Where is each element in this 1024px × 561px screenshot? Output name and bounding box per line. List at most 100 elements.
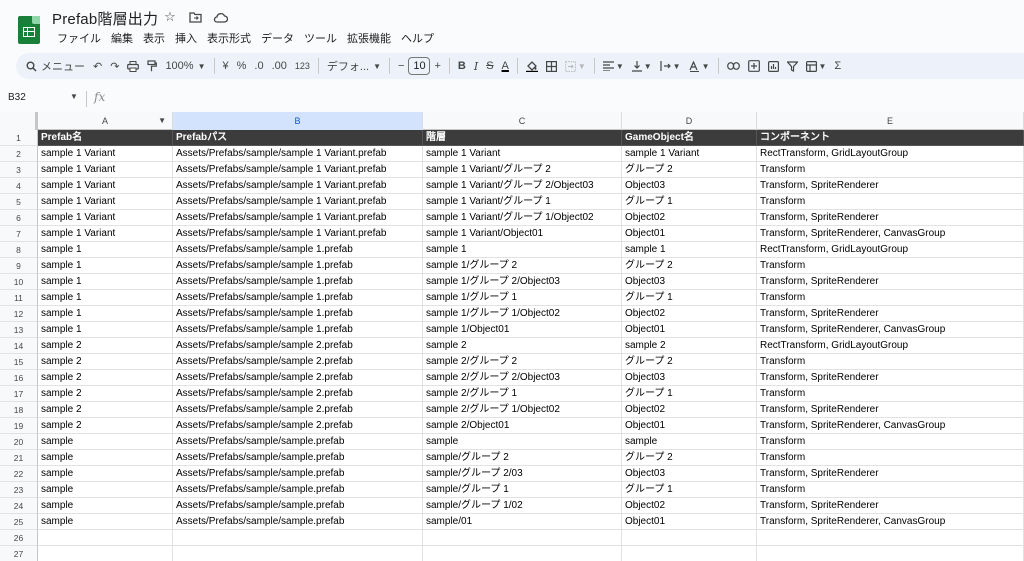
table-cell[interactable]: sample 1 Variant/Object01 (423, 226, 622, 242)
number-format-button[interactable]: 123 (291, 55, 314, 77)
row-number[interactable]: 7 (0, 226, 38, 242)
row-number[interactable]: 3 (0, 162, 38, 178)
header-cell[interactable]: 階層 (423, 130, 622, 146)
table-cell[interactable]: sample 2/グループ 1/Object02 (423, 402, 622, 418)
table-cell[interactable]: sample (622, 434, 757, 450)
redo-icon[interactable]: ↷ (106, 55, 123, 77)
table-cell[interactable]: Transform, SpriteRenderer, CanvasGroup (757, 322, 1024, 338)
filter-icon[interactable] (783, 55, 802, 77)
table-cell[interactable]: Transform, SpriteRenderer (757, 402, 1024, 418)
table-cell[interactable]: sample 2/グループ 2 (423, 354, 622, 370)
table-cell[interactable] (423, 530, 622, 546)
table-cell[interactable]: Transform, SpriteRenderer (757, 306, 1024, 322)
zoom-select[interactable]: 100% ▼ (161, 55, 209, 77)
table-cell[interactable]: sample 1 (38, 306, 173, 322)
table-cell[interactable]: グループ 2 (622, 354, 757, 370)
row-number[interactable]: 8 (0, 242, 38, 258)
table-cell[interactable]: sample 1 Variant (38, 226, 173, 242)
table-cell[interactable]: Transform, SpriteRenderer (757, 210, 1024, 226)
table-cell[interactable]: sample 1 (622, 242, 757, 258)
bold-button[interactable]: B (454, 55, 470, 77)
table-cell[interactable]: sample 2 (38, 418, 173, 434)
table-cell[interactable] (38, 546, 173, 561)
font-size-decrease-button[interactable]: − (394, 55, 408, 77)
table-cell[interactable]: sample 1 Variant (38, 194, 173, 210)
document-title[interactable]: Prefab階層出力 (52, 8, 158, 29)
table-cell[interactable]: Object02 (622, 498, 757, 514)
text-rotation-icon[interactable]: ▼ (685, 55, 714, 77)
column-header-d[interactable]: D (622, 112, 757, 130)
table-cell[interactable] (757, 530, 1024, 546)
strikethrough-button[interactable]: S (482, 55, 497, 77)
table-cell[interactable]: sample 1 Variant (38, 210, 173, 226)
table-cell[interactable]: Object01 (622, 322, 757, 338)
header-cell[interactable]: GameObject名 (622, 130, 757, 146)
table-cell[interactable]: sample 2 (38, 370, 173, 386)
insert-comment-icon[interactable] (744, 55, 764, 77)
row-number[interactable]: 22 (0, 466, 38, 482)
table-cell[interactable]: Assets/Prefabs/sample/sample 2.prefab (173, 338, 423, 354)
table-cell[interactable]: Transform (757, 434, 1024, 450)
table-cell[interactable]: sample 1 (38, 258, 173, 274)
row-number[interactable]: 12 (0, 306, 38, 322)
table-cell[interactable]: sample 1 Variant/グループ 1 (423, 194, 622, 210)
menu-help[interactable]: ヘルプ (396, 30, 439, 46)
row-number[interactable]: 2 (0, 146, 38, 162)
table-cell[interactable]: Transform (757, 354, 1024, 370)
table-cell[interactable]: sample 1 Variant/グループ 2/Object03 (423, 178, 622, 194)
table-cell[interactable]: sample 1 (38, 242, 173, 258)
table-cell[interactable]: sample 2/グループ 2/Object03 (423, 370, 622, 386)
star-icon[interactable]: ☆ (162, 9, 178, 25)
table-cell[interactable]: Object01 (622, 226, 757, 242)
table-cell[interactable]: sample/グループ 1 (423, 482, 622, 498)
table-cell[interactable]: Object03 (622, 370, 757, 386)
table-cell[interactable]: Assets/Prefabs/sample/sample 1 Variant.p… (173, 226, 423, 242)
column-menu-icon[interactable]: ▼ (158, 112, 166, 130)
table-cell[interactable]: sample 1/グループ 2/Object03 (423, 274, 622, 290)
table-cell[interactable]: Object03 (622, 274, 757, 290)
table-cell[interactable]: sample 1 (38, 274, 173, 290)
row-number[interactable]: 4 (0, 178, 38, 194)
table-cell[interactable]: sample 2 (38, 386, 173, 402)
table-cell[interactable]: sample 2 (38, 402, 173, 418)
table-cell[interactable]: Object01 (622, 418, 757, 434)
row-number[interactable]: 17 (0, 386, 38, 402)
table-cell[interactable] (173, 530, 423, 546)
table-cell[interactable]: Transform (757, 162, 1024, 178)
table-cell[interactable]: sample 1 Variant (38, 146, 173, 162)
table-cell[interactable]: sample 2 (38, 354, 173, 370)
print-icon[interactable] (123, 55, 143, 77)
table-cell[interactable]: Assets/Prefabs/sample/sample 2.prefab (173, 354, 423, 370)
menu-tools[interactable]: ツール (299, 30, 342, 46)
table-cell[interactable]: Assets/Prefabs/sample/sample 1 Variant.p… (173, 194, 423, 210)
row-number[interactable]: 27 (0, 546, 38, 561)
table-cell[interactable]: sample/グループ 2 (423, 450, 622, 466)
undo-icon[interactable]: ↶ (89, 55, 106, 77)
header-cell[interactable]: コンポーネント (757, 130, 1024, 146)
table-cell[interactable]: sample (423, 434, 622, 450)
table-cell[interactable]: Transform, SpriteRenderer (757, 370, 1024, 386)
table-cell[interactable]: Assets/Prefabs/sample/sample.prefab (173, 514, 423, 530)
table-cell[interactable]: Transform (757, 194, 1024, 210)
table-cell[interactable]: sample 1/グループ 1/Object02 (423, 306, 622, 322)
table-cell[interactable]: グループ 2 (622, 162, 757, 178)
row-number[interactable]: 20 (0, 434, 38, 450)
table-cell[interactable]: sample 1/グループ 1 (423, 290, 622, 306)
cloud-status-icon[interactable] (212, 9, 228, 25)
functions-icon[interactable]: Σ (830, 55, 845, 77)
header-cell[interactable]: Prefabパス (173, 130, 423, 146)
table-cell[interactable]: RectTransform, GridLayoutGroup (757, 242, 1024, 258)
row-number[interactable]: 5 (0, 194, 38, 210)
row-number[interactable]: 10 (0, 274, 38, 290)
currency-format-button[interactable]: ¥ (219, 55, 233, 77)
table-cell[interactable]: sample 2/Object01 (423, 418, 622, 434)
table-cell[interactable]: Transform (757, 258, 1024, 274)
table-cell[interactable]: グループ 1 (622, 194, 757, 210)
table-cell[interactable]: sample (38, 498, 173, 514)
table-cell[interactable] (173, 546, 423, 561)
vertical-align-icon[interactable]: ▼ (628, 55, 656, 77)
font-size-increase-button[interactable]: + (430, 55, 444, 77)
table-cell[interactable] (38, 530, 173, 546)
table-cell[interactable]: sample 1 (423, 242, 622, 258)
table-cell[interactable]: Assets/Prefabs/sample/sample 2.prefab (173, 402, 423, 418)
